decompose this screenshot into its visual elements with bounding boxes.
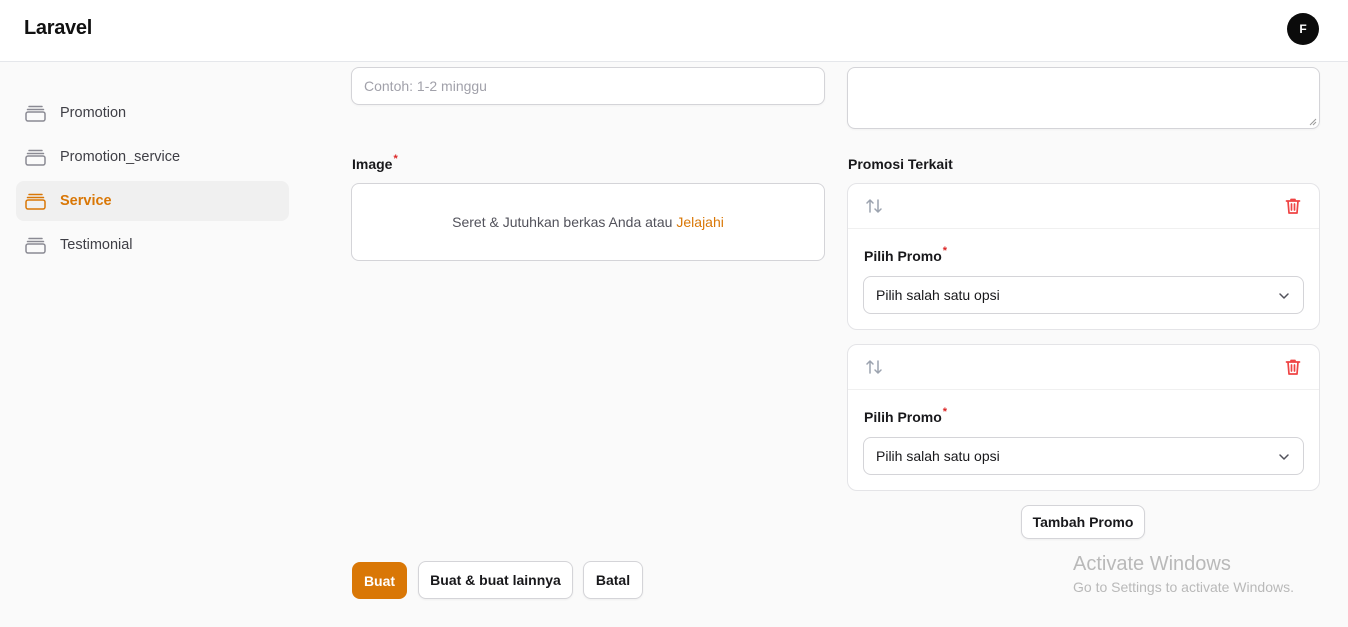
sidebar-item-promotion-service[interactable]: Promotion_service <box>16 137 289 177</box>
activate-windows-subtitle: Go to Settings to activate Windows. <box>1073 579 1294 595</box>
pilih-promo-label: Pilih Promo* <box>864 245 948 264</box>
reorder-icon[interactable] <box>864 196 884 216</box>
stack-icon <box>24 148 46 166</box>
stack-icon <box>24 104 46 122</box>
resize-handle-icon[interactable] <box>1308 117 1317 126</box>
create-button[interactable]: Buat <box>352 562 407 599</box>
reorder-icon[interactable] <box>864 357 884 377</box>
sidebar-item-service[interactable]: Service <box>16 181 289 221</box>
sidebar-item-label: Service <box>60 193 112 209</box>
stack-icon <box>24 192 46 210</box>
activate-windows-title: Activate Windows <box>1073 553 1231 575</box>
promo-select[interactable]: Pilih salah satu opsi <box>863 276 1304 314</box>
related-promos-label: Promosi Terkait <box>848 156 953 172</box>
sidebar: Promotion Promotion_service Service Test… <box>16 93 289 269</box>
stack-icon <box>24 236 46 254</box>
add-promo-button[interactable]: Tambah Promo <box>1021 505 1145 539</box>
image-dropzone[interactable]: Seret & Jutuhkan berkas Anda atau Jelaja… <box>351 183 825 261</box>
required-mark: * <box>942 406 948 418</box>
duration-input-wrapper <box>351 67 825 105</box>
pilih-promo-label: Pilih Promo* <box>864 406 948 425</box>
promo-select-value: Pilih salah satu opsi <box>876 287 1000 303</box>
trash-icon[interactable] <box>1283 196 1303 216</box>
image-label-text: Image <box>352 156 393 172</box>
sidebar-item-testimonial[interactable]: Testimonial <box>16 225 289 265</box>
trash-icon[interactable] <box>1283 357 1303 377</box>
chevron-down-icon <box>1279 293 1289 299</box>
chevron-down-icon <box>1279 454 1289 460</box>
required-mark: * <box>393 153 398 165</box>
sidebar-item-label: Promotion <box>60 105 127 121</box>
promo-select[interactable]: Pilih salah satu opsi <box>863 437 1304 475</box>
description-textarea[interactable] <box>847 67 1320 129</box>
required-mark: * <box>942 245 948 257</box>
pilih-promo-label-text: Pilih Promo <box>864 409 942 425</box>
sidebar-item-promotion[interactable]: Promotion <box>16 93 289 133</box>
top-bar: Laravel F <box>0 0 1348 62</box>
dropzone-text: Seret & Jutuhkan berkas Anda atau <box>452 214 673 230</box>
create-another-button[interactable]: Buat & buat lainnya <box>418 561 573 599</box>
user-avatar[interactable]: F <box>1287 13 1319 45</box>
promo-repeater-item: Pilih Promo* Pilih salah satu opsi <box>847 183 1320 330</box>
promo-select-value: Pilih salah satu opsi <box>876 448 1000 464</box>
sidebar-item-label: Testimonial <box>60 237 133 253</box>
cancel-button[interactable]: Batal <box>583 561 643 599</box>
sidebar-item-label: Promotion_service <box>60 149 181 165</box>
app-brand[interactable]: Laravel <box>24 17 92 40</box>
repeater-item-header <box>848 345 1319 390</box>
promo-repeater-item: Pilih Promo* Pilih salah satu opsi <box>847 344 1320 491</box>
image-label: Image* <box>352 153 398 172</box>
duration-input[interactable] <box>352 68 824 104</box>
repeater-item-header <box>848 184 1319 229</box>
browse-link[interactable]: Jelajahi <box>676 214 723 230</box>
pilih-promo-label-text: Pilih Promo <box>864 248 942 264</box>
